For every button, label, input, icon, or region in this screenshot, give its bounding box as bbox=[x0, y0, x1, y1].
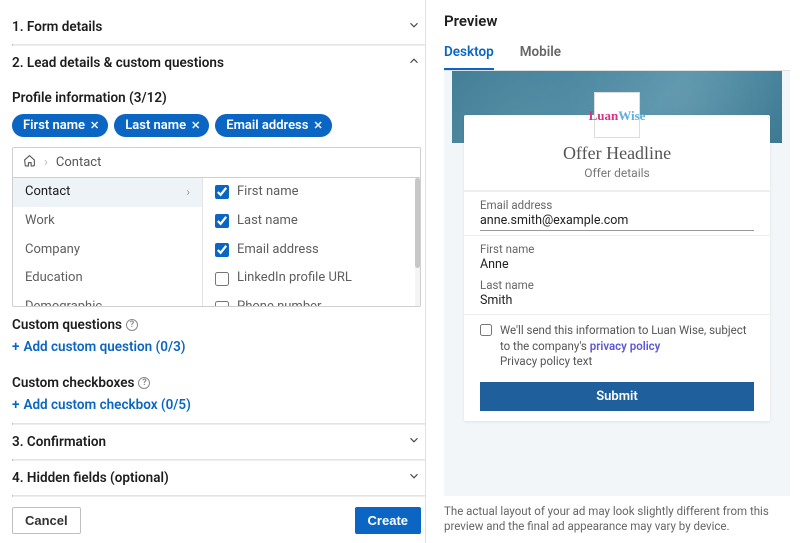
category-contact[interactable]: Contact › bbox=[13, 178, 202, 207]
chevron-down-icon bbox=[407, 433, 421, 451]
plus-icon: + bbox=[12, 339, 19, 355]
profile-heading: Profile information (3/12) bbox=[12, 90, 421, 106]
offer-headline: Offer Headline bbox=[480, 143, 754, 164]
accordion-label: 3. Confirmation bbox=[12, 434, 106, 450]
accordion-label: 1. Form details bbox=[12, 19, 102, 35]
add-custom-question-link[interactable]: + Add custom question (0/3) bbox=[12, 339, 186, 355]
last-name-label: Last name bbox=[480, 278, 754, 292]
close-icon[interactable]: ✕ bbox=[313, 119, 322, 132]
option-linkedin-url[interactable]: LinkedIn profile URL bbox=[203, 264, 420, 293]
pill-first-name[interactable]: First name ✕ bbox=[12, 114, 108, 137]
breadcrumb-sep: › bbox=[44, 155, 48, 170]
category-demographic[interactable]: Demographic bbox=[13, 293, 202, 306]
option-last-name[interactable]: Last name bbox=[203, 207, 420, 236]
accordion-label: 2. Lead details & custom questions bbox=[12, 55, 224, 71]
chevron-down-icon bbox=[407, 469, 421, 487]
add-custom-checkbox-link[interactable]: + Add custom checkbox (0/5) bbox=[12, 397, 191, 413]
accordion-hidden-fields[interactable]: 4. Hidden fields (optional) bbox=[12, 461, 425, 495]
close-icon[interactable]: ✕ bbox=[90, 119, 99, 132]
category-education[interactable]: Education bbox=[13, 264, 202, 293]
field-picker: › Contact Contact › Work Company Educati… bbox=[12, 147, 421, 307]
preview-area: LuanWise Offer Headline Offer details Em… bbox=[444, 71, 790, 496]
option-list: First name Last name Email address Linke… bbox=[203, 178, 420, 306]
home-icon bbox=[23, 154, 36, 171]
chevron-down-icon bbox=[407, 18, 421, 36]
email-label: Email address bbox=[480, 198, 754, 212]
category-list: Contact › Work Company Education Demogra… bbox=[13, 178, 203, 306]
option-email[interactable]: Email address bbox=[203, 236, 420, 265]
pill-last-name[interactable]: Last name ✕ bbox=[114, 114, 209, 137]
accordion-form-details[interactable]: 1. Form details bbox=[12, 10, 425, 44]
accordion-lead-details[interactable]: 2. Lead details & custom questions bbox=[12, 46, 425, 80]
help-icon[interactable]: ? bbox=[138, 377, 150, 389]
consent-checkbox[interactable] bbox=[480, 324, 492, 336]
last-name-field[interactable]: Smith bbox=[480, 292, 754, 310]
privacy-policy-link[interactable]: privacy policy bbox=[590, 339, 661, 353]
privacy-policy-text: Privacy policy text bbox=[500, 354, 754, 370]
profile-pills: First name ✕ Last name ✕ Email address ✕ bbox=[12, 114, 421, 137]
avatar: LuanWise bbox=[594, 92, 640, 138]
submit-button[interactable]: Submit bbox=[480, 382, 754, 411]
category-company[interactable]: Company bbox=[13, 236, 202, 265]
offer-details: Offer details bbox=[480, 166, 754, 180]
first-name-field[interactable]: Anne bbox=[480, 256, 754, 274]
chevron-right-icon: › bbox=[186, 183, 190, 202]
accordion-label: 4. Hidden fields (optional) bbox=[12, 470, 169, 486]
accordion-confirmation[interactable]: 3. Confirmation bbox=[12, 425, 425, 459]
custom-questions-heading: Custom questions ? bbox=[12, 317, 421, 333]
first-name-label: First name bbox=[480, 242, 754, 256]
preview-tabs: Desktop Mobile bbox=[444, 40, 790, 71]
plus-icon: + bbox=[12, 397, 19, 413]
preview-title: Preview bbox=[444, 12, 790, 30]
form-card: LuanWise Offer Headline Offer details Em… bbox=[464, 115, 770, 421]
tab-mobile[interactable]: Mobile bbox=[520, 40, 561, 70]
help-icon[interactable]: ? bbox=[126, 319, 138, 331]
consent-row: We'll send this information to Luan Wise… bbox=[464, 314, 770, 378]
option-first-name[interactable]: First name bbox=[203, 178, 420, 207]
ad-mock: LuanWise Offer Headline Offer details Em… bbox=[452, 71, 782, 421]
option-phone[interactable]: Phone number bbox=[203, 293, 420, 306]
breadcrumb-current: Contact bbox=[56, 155, 101, 170]
custom-checkboxes-heading: Custom checkboxes ? bbox=[12, 375, 421, 391]
tab-desktop[interactable]: Desktop bbox=[444, 40, 494, 70]
email-field[interactable]: anne.smith@example.com bbox=[480, 212, 754, 231]
create-button[interactable]: Create bbox=[355, 507, 421, 534]
breadcrumb[interactable]: › Contact bbox=[13, 148, 420, 178]
close-icon[interactable]: ✕ bbox=[191, 119, 200, 132]
pill-email[interactable]: Email address ✕ bbox=[215, 114, 331, 137]
scrollbar[interactable] bbox=[415, 178, 420, 306]
chevron-up-icon bbox=[407, 54, 421, 72]
cancel-button[interactable]: Cancel bbox=[12, 507, 81, 534]
preview-note: The actual layout of your ad may look sl… bbox=[444, 504, 790, 535]
category-work[interactable]: Work bbox=[13, 207, 202, 236]
